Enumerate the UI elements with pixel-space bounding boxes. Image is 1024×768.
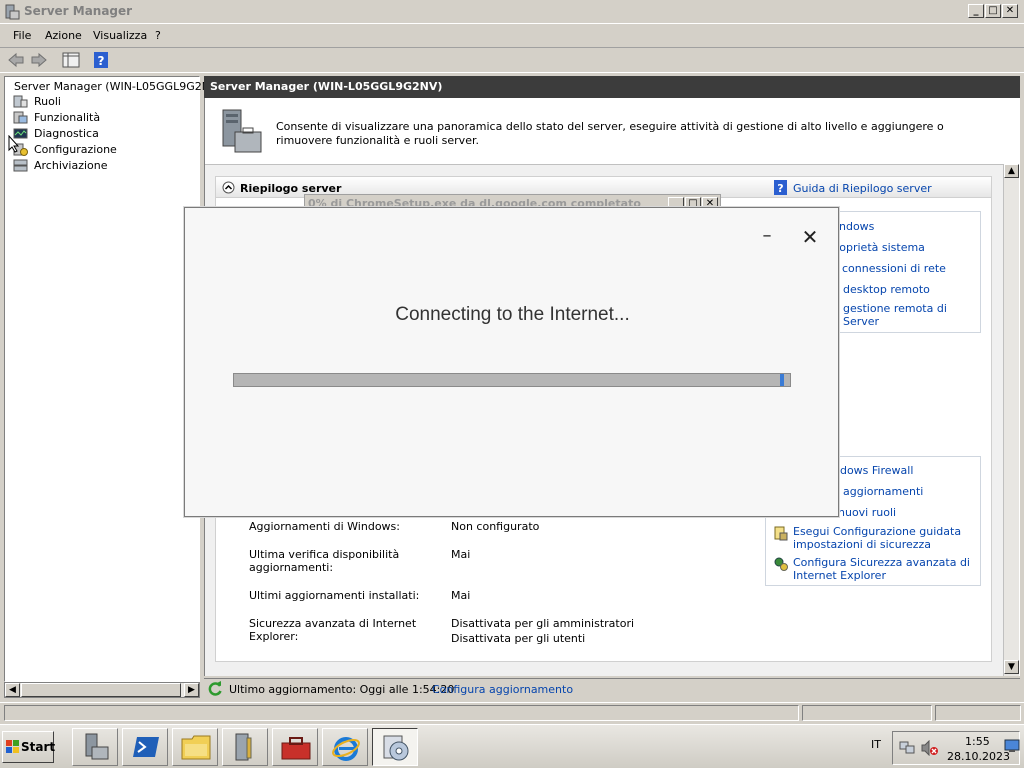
- row-value-last-check: Mai: [451, 548, 471, 561]
- help-book-icon: ?: [774, 180, 787, 195]
- close-button[interactable]: ✕: [1002, 4, 1018, 18]
- task-link-windows[interactable]: ndows: [839, 220, 874, 233]
- connecting-message: Connecting to the Internet...: [395, 304, 630, 325]
- help-icon[interactable]: ?: [92, 52, 110, 68]
- taskbar-explorer[interactable]: [172, 728, 218, 766]
- taskbar-powershell[interactable]: [122, 728, 168, 766]
- taskbar-chrome-setup[interactable]: [372, 728, 418, 766]
- toolbar: ?: [0, 47, 1024, 73]
- taskbar-internet-explorer[interactable]: [322, 728, 368, 766]
- menu-bar: File Azione Visualizza ?: [0, 26, 1024, 46]
- tree-horizontal-scrollbar[interactable]: ◀ ▶: [4, 682, 200, 698]
- scroll-down-icon[interactable]: ▼: [1004, 660, 1019, 674]
- window-title: Server Manager: [24, 4, 133, 18]
- scroll-right-icon[interactable]: ▶: [184, 683, 199, 697]
- refresh-status-bar: Ultimo aggiornamento: Oggi alle 1:54:20 …: [204, 678, 1020, 698]
- progress-fill: [234, 374, 784, 386]
- intro-text: Consente di visualizzare una panoramica …: [276, 120, 944, 147]
- row-value-ie-esc-users[interactable]: Disattivata per gli utenti: [451, 632, 585, 645]
- security-wizard-icon: [774, 526, 788, 541]
- row-value-last-installed: Mai: [451, 589, 471, 602]
- server-manager-icon: [5, 4, 20, 20]
- menu-help[interactable]: ?: [155, 29, 161, 42]
- row-label-last-installed: Ultimi aggiornamenti installati:: [249, 589, 420, 602]
- mouse-cursor-icon: [8, 135, 20, 153]
- language-indicator[interactable]: IT: [871, 738, 881, 751]
- dialog-minimize-button[interactable]: –: [757, 226, 777, 246]
- start-button[interactable]: Start: [2, 731, 56, 763]
- row-value-ie-esc-admin[interactable]: Disattivata per gli amministratori: [451, 617, 634, 630]
- show-desktop-icon[interactable]: [1004, 739, 1020, 753]
- internet-explorer-icon: [332, 737, 360, 761]
- dialog-close-button[interactable]: ✕: [799, 226, 821, 248]
- row-label-ie-esc: Sicurezza avanzata di Internet Explorer:: [249, 617, 417, 643]
- taskbar-admin-tools[interactable]: [222, 728, 268, 766]
- task-link-new-roles[interactable]: nuovi ruoli: [838, 506, 896, 519]
- progress-marker: [780, 374, 784, 386]
- installer-icon: [383, 735, 409, 761]
- folder-icon: [181, 735, 211, 760]
- minimize-button[interactable]: _: [968, 4, 984, 18]
- task-link-system-properties[interactable]: proprietà sistema: [828, 241, 925, 254]
- title-bar: Server Manager _ □ ✕: [0, 0, 1024, 24]
- status-panel-2: [802, 705, 932, 721]
- task-link-network-connections[interactable]: connessioni di rete: [842, 262, 946, 275]
- help-link[interactable]: Guida di Riepilogo server: [793, 182, 932, 195]
- svg-text:?: ?: [98, 54, 105, 68]
- menu-azione[interactable]: Azione: [45, 29, 82, 42]
- collapse-icon[interactable]: [222, 181, 235, 194]
- ie-esc-icon: [774, 557, 788, 571]
- row-label-last-check: Ultima verifica disponibilità aggiorname…: [249, 548, 400, 574]
- status-panel-3: [935, 705, 1021, 721]
- admin-tools-icon: [235, 733, 252, 761]
- back-icon[interactable]: [7, 52, 25, 68]
- storage-icon: [13, 159, 28, 172]
- clock-date[interactable]: 28.10.2023: [947, 750, 1010, 763]
- system-tray: 1:55 28.10.2023: [892, 731, 1020, 765]
- chrome-installer-dialog: – ✕ Connecting to the Internet...: [184, 207, 839, 517]
- forward-icon[interactable]: [30, 52, 48, 68]
- scroll-up-icon[interactable]: ▲: [1004, 164, 1019, 178]
- task-link-firewall[interactable]: ndows Firewall: [833, 464, 913, 477]
- scroll-left-icon[interactable]: ◀: [5, 683, 20, 697]
- status-panel-main: [4, 705, 799, 721]
- network-icon[interactable]: [899, 741, 915, 755]
- refresh-icon: [208, 681, 222, 696]
- roles-icon: [13, 95, 28, 108]
- configure-update-link[interactable]: Configura aggiornamento: [432, 683, 573, 696]
- clock-time[interactable]: 1:55: [965, 735, 990, 748]
- row-label-windows-update: Aggiornamenti di Windows:: [249, 520, 400, 533]
- task-link-remote-desktop[interactable]: desktop remoto: [843, 283, 930, 296]
- taskbar: Start IT 1:55 28.10.2023: [0, 724, 1024, 768]
- task-link-security-wizard[interactable]: Esegui Configurazione guidata impostazio…: [793, 525, 978, 551]
- toolbox-icon: [281, 737, 311, 760]
- task-link-remote-management[interactable]: gestione remota di Server: [843, 302, 980, 328]
- task-link-updates[interactable]: aggiornamenti: [843, 485, 923, 498]
- server-manager-icon: [85, 733, 109, 760]
- show-hide-tree-icon[interactable]: [62, 52, 80, 68]
- task-link-ie-esc[interactable]: Configura Sicurezza avanzata di Internet…: [793, 556, 978, 582]
- powershell-icon: [133, 737, 159, 757]
- taskbar-toolbox[interactable]: [272, 728, 318, 766]
- install-progress-bar: [233, 373, 791, 387]
- taskbar-server-manager[interactable]: [72, 728, 118, 766]
- menu-visualizza[interactable]: Visualizza: [93, 29, 147, 42]
- main-vertical-scrollbar[interactable]: ▲ ▼: [1003, 164, 1019, 676]
- scroll-thumb[interactable]: [21, 683, 181, 697]
- windows-logo-icon: [6, 740, 19, 753]
- volume-muted-icon[interactable]: [921, 740, 939, 756]
- console-tree: Server Manager (WIN-L05GGL9G2NV) Ruoli F…: [4, 76, 222, 682]
- server-toolbox-icon: [222, 109, 262, 153]
- start-label: Start: [21, 740, 56, 754]
- intro-panel: Consente di visualizzare una panoramica …: [205, 100, 1005, 164]
- svg-text:?: ?: [777, 182, 783, 195]
- last-update-text: Ultimo aggiornamento: Oggi alle 1:54:20: [229, 683, 455, 696]
- maximize-button[interactable]: □: [985, 4, 1001, 18]
- menu-file[interactable]: File: [13, 29, 31, 42]
- window-status-bar: [0, 702, 1024, 722]
- row-value-windows-update[interactable]: Non configurato: [451, 520, 539, 533]
- main-header: Server Manager (WIN-L05GGL9G2NV): [204, 76, 1020, 98]
- features-icon: [13, 111, 28, 124]
